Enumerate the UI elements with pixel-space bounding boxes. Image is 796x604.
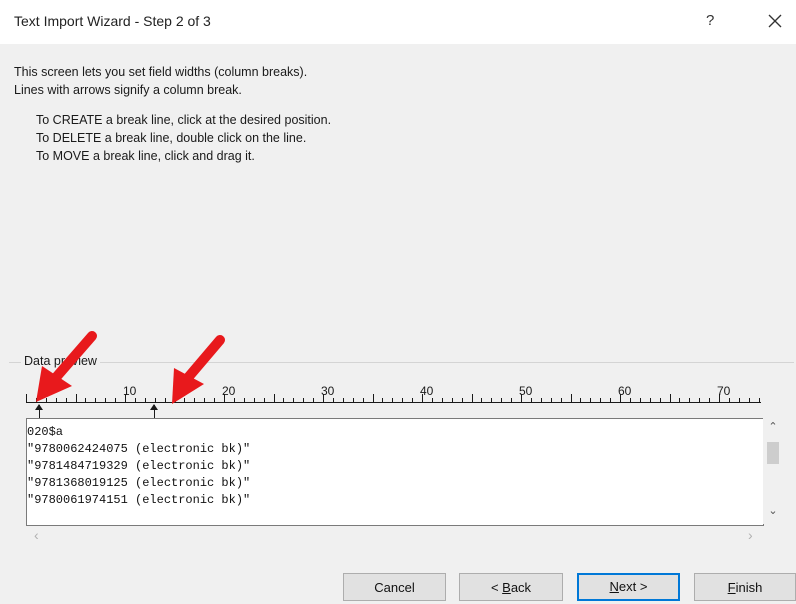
- ruler-tick: [629, 398, 631, 402]
- instructions: This screen lets you set field widths (c…: [14, 63, 331, 165]
- ruler-tick: [530, 398, 532, 402]
- ruler-number: 50: [519, 384, 533, 398]
- ruler-number: 10: [123, 384, 137, 398]
- ruler-tick: [481, 398, 483, 402]
- instruction-create: To CREATE a break line, click at the des…: [36, 113, 332, 127]
- ruler-tick: [461, 398, 463, 402]
- ruler-tick: [738, 398, 740, 402]
- scroll-down-icon[interactable]: ⌄: [763, 504, 783, 520]
- instruction-delete: To DELETE a break line, double click on …: [36, 131, 307, 145]
- ruler-tick: [659, 398, 661, 402]
- ruler-tick: [600, 398, 602, 402]
- ruler-tick: [758, 398, 760, 402]
- ruler-tick: [352, 398, 354, 402]
- ruler-tick: [540, 398, 542, 402]
- ruler-tick: [610, 398, 612, 402]
- preview-row: "9781484719329 (electronic bk)": [27, 459, 251, 473]
- ruler-tick: [471, 394, 473, 402]
- ruler-tick: [372, 394, 374, 402]
- ruler-tick: [253, 398, 255, 402]
- close-button[interactable]: [763, 8, 787, 32]
- preview-row: "9780062424075 (electronic bk)": [27, 442, 251, 456]
- title-bar: Text Import Wizard - Step 2 of 3 ?: [0, 0, 796, 44]
- ruler-tick: [501, 398, 503, 402]
- next-button[interactable]: Next >: [577, 573, 680, 601]
- ruler-tick: [639, 398, 641, 402]
- ruler-number: 40: [420, 384, 434, 398]
- red-annotation-arrow-icon: [36, 331, 97, 402]
- next-button-mnemonic: N: [609, 579, 619, 594]
- back-button[interactable]: < Back: [459, 573, 563, 601]
- back-button-mnemonic: B: [502, 580, 511, 595]
- scroll-left-icon[interactable]: ‹: [34, 527, 39, 543]
- ruler-tick: [580, 398, 582, 402]
- ruler-tick: [560, 398, 562, 402]
- next-button-label: ext >: [618, 579, 648, 594]
- ruler-tick: [115, 398, 117, 402]
- back-button-label: ack: [510, 580, 532, 595]
- column-break-arrow[interactable]: [150, 404, 159, 410]
- scroll-up-icon[interactable]: ⌃: [763, 420, 783, 436]
- preview-row: 020$a: [27, 425, 64, 439]
- ruler-tick: [590, 398, 592, 402]
- help-button[interactable]: ?: [706, 12, 714, 29]
- ruler-tick: [402, 398, 404, 402]
- close-icon: [768, 14, 782, 28]
- ruler-tick: [303, 398, 305, 402]
- data-preview-box[interactable]: 020$a "9780062424075 (electronic bk)" "9…: [26, 418, 764, 526]
- preview-row: "9781368019125 (electronic bk)": [27, 476, 251, 490]
- ruler-baseline: [26, 402, 761, 403]
- finish-button-label: inish: [735, 580, 763, 595]
- finish-button[interactable]: Finish: [694, 573, 796, 601]
- ruler-tick: [431, 398, 433, 402]
- ruler-tick: [669, 394, 671, 402]
- ruler-tick: [293, 398, 295, 402]
- ruler-tick: [649, 398, 651, 402]
- ruler-tick: [441, 398, 443, 402]
- cancel-button[interactable]: Cancel: [343, 573, 446, 601]
- ruler-tick: [273, 394, 275, 402]
- instruction-line-2: Lines with arrows signify a column break…: [14, 83, 242, 97]
- back-button-prefix: <: [490, 580, 503, 595]
- ruler-tick: [134, 398, 136, 402]
- ruler-tick: [283, 398, 285, 402]
- scroll-thumb[interactable]: [767, 442, 779, 464]
- ruler-tick: [748, 398, 750, 402]
- instruction-move: To MOVE a break line, click and drag it.: [36, 149, 255, 163]
- finish-button-mnemonic: F: [727, 580, 736, 595]
- ruler-tick: [679, 398, 681, 402]
- ruler-tick: [313, 398, 315, 402]
- ruler-tick: [342, 398, 344, 402]
- column-ruler[interactable]: 10 20 30 40 50 60 70: [26, 376, 761, 410]
- horizontal-scrollbar[interactable]: ‹ ›: [26, 526, 762, 544]
- ruler-tick: [699, 398, 701, 402]
- ruler-tick: [728, 398, 730, 402]
- instruction-line-1: This screen lets you set field widths (c…: [14, 65, 308, 79]
- ruler-tick: [382, 398, 384, 402]
- ruler-tick: [511, 398, 513, 402]
- cancel-button-label: Cancel: [374, 580, 415, 595]
- ruler-tick: [709, 398, 711, 402]
- ruler-tick: [362, 398, 364, 402]
- ruler-tick: [412, 398, 414, 402]
- scroll-right-icon[interactable]: ›: [748, 527, 753, 543]
- ruler-tick: [550, 398, 552, 402]
- ruler-tick: [451, 398, 453, 402]
- ruler-tick: [144, 398, 146, 402]
- window-title: Text Import Wizard - Step 2 of 3: [14, 13, 211, 29]
- ruler-tick: [689, 398, 691, 402]
- ruler-tick: [392, 398, 394, 402]
- preview-row: "9780061974151 (electronic bk)": [27, 493, 251, 507]
- red-annotation-arrow-icon: [172, 335, 225, 404]
- ruler-tick: [332, 398, 334, 402]
- ruler-tick: [491, 398, 493, 402]
- ruler-tick: [570, 394, 572, 402]
- vertical-scrollbar[interactable]: ⌃ ⌄: [763, 418, 783, 524]
- ruler-tick: [154, 398, 156, 402]
- ruler-number: 30: [321, 384, 335, 398]
- ruler-number: 60: [618, 384, 632, 398]
- ruler-tick: [263, 398, 265, 402]
- ruler-number: 70: [717, 384, 731, 398]
